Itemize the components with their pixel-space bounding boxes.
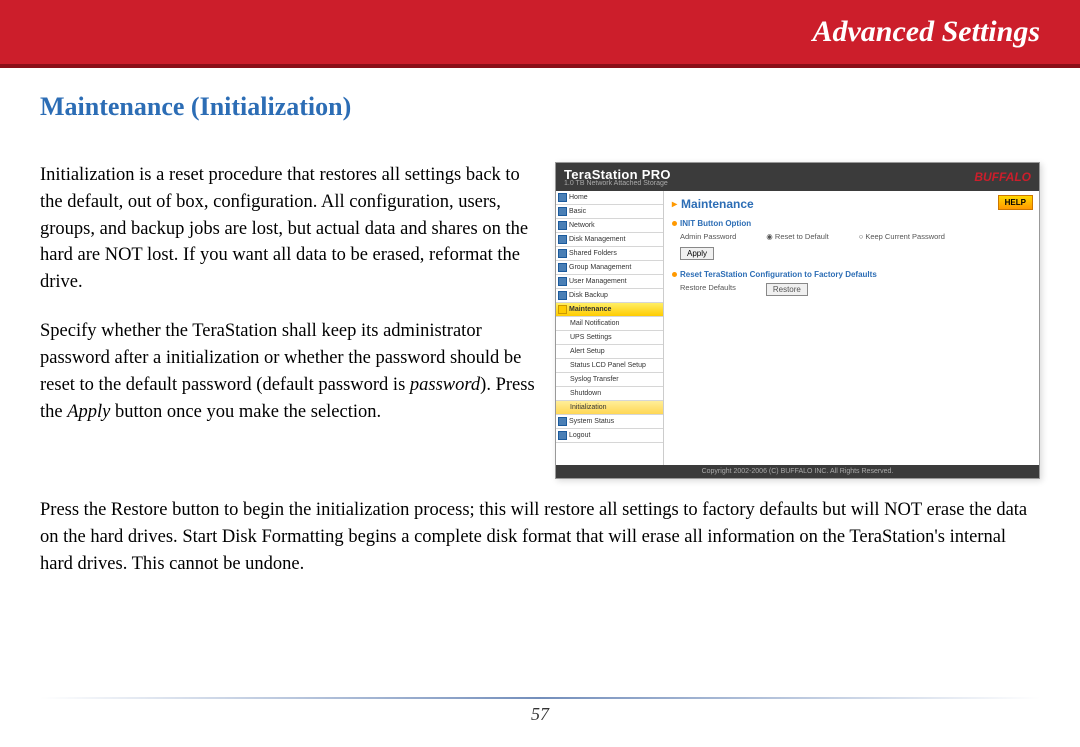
nav-syslog-transfer[interactable]: Syslog Transfer [556, 373, 663, 387]
nav-label: Disk Backup [569, 292, 608, 299]
nav-shutdown[interactable]: Shutdown [556, 387, 663, 401]
opt2-label: Keep Current Password [865, 232, 945, 241]
arrow-icon: ▸ [672, 199, 677, 210]
ts-product-sub: 1.0 TB Network Attached Storage [564, 180, 671, 187]
header-title: Advanced Settings [812, 15, 1040, 49]
section-title: Maintenance (Initialization) [40, 92, 1040, 122]
paragraph-3: Press the Restore button to begin the in… [40, 497, 1040, 577]
nav-network[interactable]: Network [556, 219, 663, 233]
opt1-label: Reset to Default [775, 232, 829, 241]
nav-label: Initialization [570, 404, 607, 411]
ts-footer: Copyright 2002-2006 (C) BUFFALO INC. All… [556, 465, 1039, 478]
nav-basic[interactable]: Basic [556, 205, 663, 219]
nav-label: Mail Notification [570, 320, 619, 327]
section1-title: INIT Button Option [680, 219, 751, 228]
page-header: Advanced Settings [0, 0, 1080, 68]
nav-disk-backup[interactable]: Disk Backup [556, 289, 663, 303]
p2-em1: password [410, 375, 480, 395]
ts-brand: BUFFALO [974, 170, 1031, 184]
nav-home[interactable]: Home [556, 191, 663, 205]
nav-label: Group Management [569, 264, 631, 271]
nav-label: Status LCD Panel Setup [570, 362, 646, 369]
nav-label: Maintenance [569, 306, 611, 313]
ts-main-title-text: Maintenance [681, 197, 754, 211]
nav-label: Shared Folders [569, 250, 617, 257]
nav-label: Shutdown [570, 390, 601, 397]
paragraph-1: Initialization is a reset procedure that… [40, 162, 535, 296]
nav-label: System Status [569, 418, 614, 425]
radio-reset-default[interactable]: ◉ Reset to Default [766, 232, 828, 241]
restore-button[interactable]: Restore [766, 283, 808, 296]
nav-label: Disk Management [569, 236, 625, 243]
nav-label: Alert Setup [570, 348, 605, 355]
admin-password-row: Admin Password ◉ Reset to Default ○ Keep… [672, 232, 1031, 241]
section1-head: INIT Button Option [672, 219, 1031, 228]
nav-label: Basic [569, 208, 586, 215]
nav-system-status[interactable]: System Status [556, 415, 663, 429]
page-number: 57 [0, 704, 1080, 725]
ts-header-bar: TeraStation PRO 1.0 TB Network Attached … [556, 163, 1039, 191]
apply-button[interactable]: Apply [680, 247, 714, 260]
nav-group-management[interactable]: Group Management [556, 261, 663, 275]
admin-password-label: Admin Password [680, 232, 736, 241]
nav-label: Network [569, 222, 595, 229]
ts-main-panel: HELP ▸ Maintenance INIT Button Option Adm… [664, 191, 1039, 465]
nav-label: Home [569, 194, 588, 201]
ts-main-title: ▸ Maintenance [672, 197, 1031, 211]
section2-head: Reset TeraStation Configuration to Facto… [672, 270, 1031, 279]
page-content: Maintenance (Initialization) Initializat… [0, 68, 1080, 577]
paragraph-2: Specify whether the TeraStation shall ke… [40, 318, 535, 425]
nav-maintenance[interactable]: Maintenance [556, 303, 663, 317]
p2-part-c: button once you make the selection. [110, 402, 381, 422]
nav-label: User Management [569, 278, 627, 285]
nav-alert-setup[interactable]: Alert Setup [556, 345, 663, 359]
restore-defaults-row: Restore Defaults Restore [672, 283, 1031, 296]
ts-logo-block: TeraStation PRO 1.0 TB Network Attached … [564, 167, 671, 187]
section2-title: Reset TeraStation Configuration to Facto… [680, 270, 877, 279]
nav-user-management[interactable]: User Management [556, 275, 663, 289]
embedded-screenshot: TeraStation PRO 1.0 TB Network Attached … [555, 162, 1040, 479]
radio-keep-current[interactable]: ○ Keep Current Password [859, 232, 945, 241]
p3-em1: Restore [111, 500, 168, 520]
apply-row: Apply [672, 247, 1031, 260]
nav-shared-folders[interactable]: Shared Folders [556, 247, 663, 261]
nav-label: Logout [569, 432, 590, 439]
nav-label: Syslog Transfer [570, 376, 619, 383]
two-column-row: Initialization is a reset procedure that… [40, 162, 1040, 479]
p2-em2: Apply [67, 402, 110, 422]
help-button[interactable]: HELP [998, 195, 1033, 210]
bullet-icon [672, 221, 677, 226]
ts-body: Home Basic Network Disk Management Share… [556, 191, 1039, 465]
ts-nav: Home Basic Network Disk Management Share… [556, 191, 664, 465]
left-text-column: Initialization is a reset procedure that… [40, 162, 535, 447]
bullet-icon [672, 272, 677, 277]
p3-part-a: Press the [40, 500, 111, 520]
nav-initialization[interactable]: Initialization [556, 401, 663, 415]
page-divider [40, 697, 1040, 699]
restore-defaults-label: Restore Defaults [680, 283, 736, 296]
nav-mail-notification[interactable]: Mail Notification [556, 317, 663, 331]
nav-label: UPS Settings [570, 334, 612, 341]
nav-status-lcd[interactable]: Status LCD Panel Setup [556, 359, 663, 373]
p3-em2: Start Disk Formatting [182, 527, 343, 547]
nav-ups-settings[interactable]: UPS Settings [556, 331, 663, 345]
nav-disk-management[interactable]: Disk Management [556, 233, 663, 247]
init-button-section: INIT Button Option Admin Password ◉ Rese… [672, 219, 1031, 260]
reset-config-section: Reset TeraStation Configuration to Facto… [672, 270, 1031, 296]
nav-logout[interactable]: Logout [556, 429, 663, 443]
